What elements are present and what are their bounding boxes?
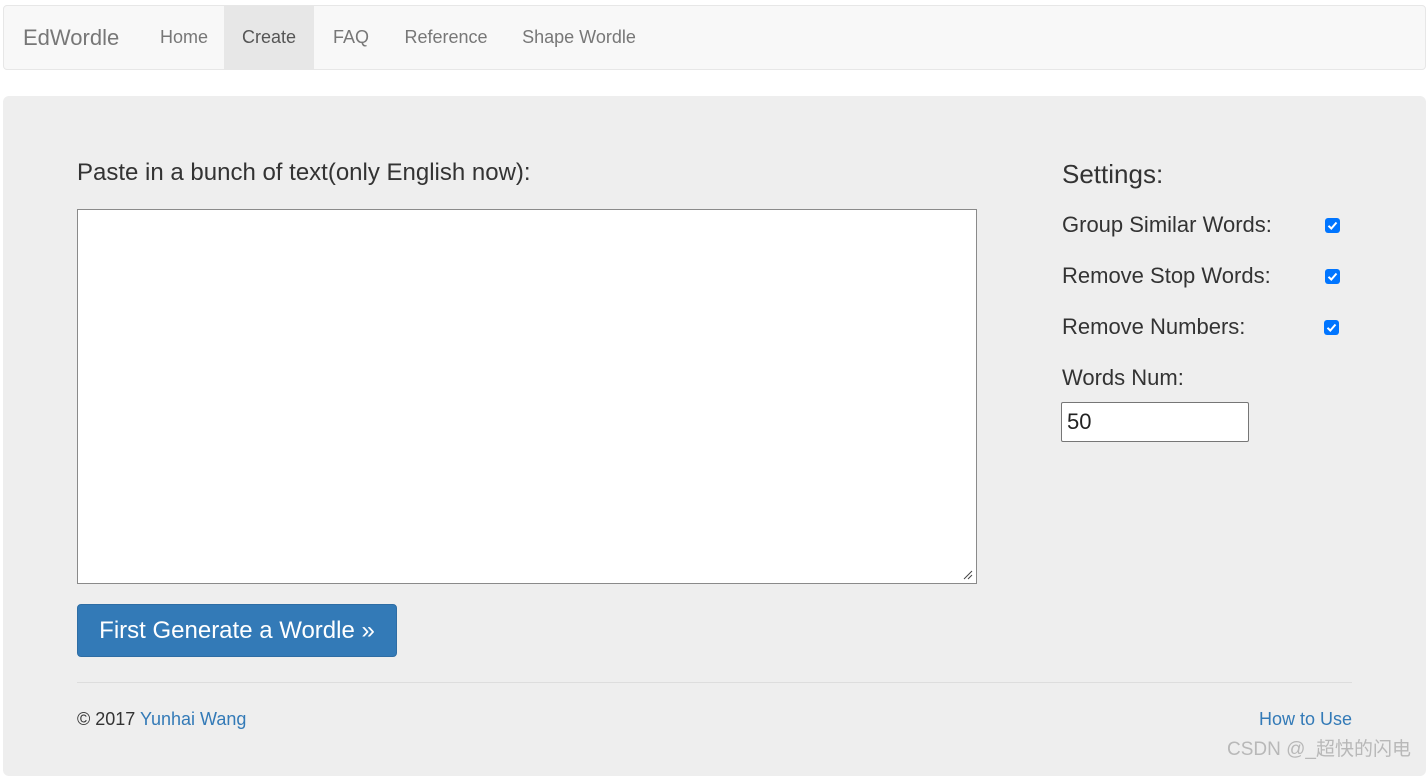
author-link[interactable]: Yunhai Wang [140, 709, 246, 729]
copyright-text: © 2017 [77, 709, 140, 729]
check-icon [1326, 323, 1337, 332]
group-similar-words-checkbox[interactable] [1325, 218, 1340, 233]
watermark: CSDN @_超快的闪电 [1227, 739, 1411, 760]
footer-divider [77, 682, 1352, 683]
footer-copyright: © 2017 Yunhai Wang [77, 709, 246, 730]
paste-text-label: Paste in a bunch of text(only English no… [77, 159, 531, 186]
remove-numbers-label: Remove Numbers: [1062, 314, 1246, 339]
nav-reference[interactable]: Reference [388, 6, 504, 69]
group-similar-words-label: Group Similar Words: [1062, 212, 1272, 237]
remove-stop-words-checkbox[interactable] [1325, 269, 1340, 284]
words-num-input[interactable] [1061, 402, 1249, 442]
settings-title: Settings: [1062, 159, 1164, 189]
nav-shape-wordle[interactable]: Shape Wordle [504, 6, 654, 69]
words-num-label: Words Num: [1062, 365, 1184, 390]
nav-home[interactable]: Home [141, 6, 227, 69]
text-input-area[interactable] [77, 209, 977, 584]
check-icon [1327, 272, 1338, 281]
remove-numbers-checkbox[interactable] [1324, 320, 1339, 335]
how-to-use-link[interactable]: How to Use [1259, 709, 1352, 730]
check-icon [1327, 221, 1338, 230]
navbar: EdWordle Home Create FAQ Reference Shape… [3, 5, 1426, 70]
nav-create[interactable]: Create [224, 6, 314, 69]
nav-faq[interactable]: FAQ [314, 6, 388, 69]
generate-wordle-button[interactable]: First Generate a Wordle » [77, 604, 397, 657]
remove-stop-words-label: Remove Stop Words: [1062, 263, 1271, 288]
brand-link[interactable]: EdWordle [23, 6, 119, 69]
resize-handle-icon[interactable] [961, 568, 973, 580]
